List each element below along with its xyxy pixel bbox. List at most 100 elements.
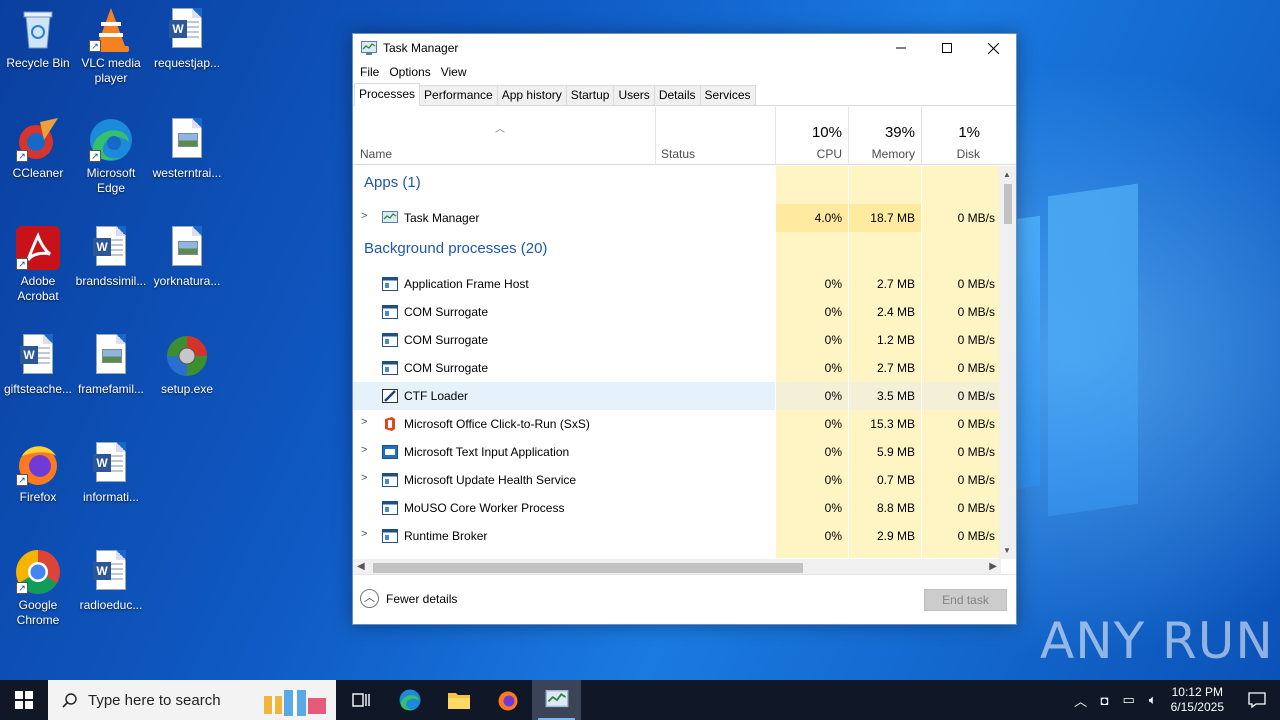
scroll-down-arrow-icon[interactable]: ▼ bbox=[1003, 546, 1011, 555]
chevron-up-icon[interactable]: ︿ bbox=[1069, 691, 1093, 710]
start-button[interactable] bbox=[0, 680, 48, 720]
table-row[interactable]: Application Frame Host 0% 2.7 MB 0 MB/s bbox=[353, 270, 1001, 298]
table-row[interactable]: COM Surrogate 0% 2.4 MB 0 MB/s bbox=[353, 298, 1001, 326]
shortcut-arrow-icon: ↗ bbox=[16, 474, 28, 486]
table-row[interactable]: COM Surrogate 0% 2.7 MB 0 MB/s bbox=[353, 354, 1001, 382]
memory-value: 3.5 MB bbox=[876, 389, 915, 403]
maximize-button[interactable] bbox=[924, 34, 970, 62]
edge-icon: ↗ bbox=[87, 116, 135, 164]
close-icon bbox=[987, 42, 999, 54]
column-header-status[interactable]: Status bbox=[655, 107, 775, 165]
table-row[interactable]: COM Surrogate 0% 1.2 MB 0 MB/s bbox=[353, 326, 1001, 354]
expand-chevron-icon[interactable]: > bbox=[361, 472, 367, 484]
desktop-icon-adobe-acrobat[interactable]: ↗ Adobe Acrobat bbox=[0, 224, 76, 304]
task-manager-window[interactable]: Task Manager File Options View Processes… bbox=[352, 33, 1017, 625]
desktop-icon-vlc[interactable]: ↗ VLC media player bbox=[73, 6, 149, 86]
tab-users[interactable]: Users bbox=[613, 85, 655, 105]
table-row-selected[interactable]: CTF Loader 0% 3.5 MB 0 MB/s bbox=[353, 382, 1001, 410]
volume-icon[interactable]: 🔈︎ bbox=[1141, 692, 1165, 708]
taskbar-file-explorer-button[interactable] bbox=[434, 680, 483, 720]
scroll-up-arrow-icon[interactable]: ▲ bbox=[1003, 170, 1011, 179]
table-row[interactable]: MoUSO Core Worker Process 0% 8.8 MB 0 MB… bbox=[353, 494, 1001, 522]
tab-performance[interactable]: Performance bbox=[419, 85, 498, 105]
disk-value: 0 MB/s bbox=[957, 305, 995, 319]
horizontal-scrollbar-thumb[interactable] bbox=[373, 563, 803, 573]
column-header-name[interactable]: Name bbox=[360, 147, 392, 161]
table-row[interactable]: > Runtime Broker 0% 2.9 MB 0 MB/s bbox=[353, 522, 1001, 550]
scroll-right-arrow-icon[interactable]: ▶ bbox=[989, 561, 997, 572]
desktop-icon-word-doc[interactable]: W brandssimil... bbox=[73, 224, 149, 289]
expand-chevron-icon[interactable]: > bbox=[361, 210, 367, 222]
meet-now-icon[interactable]: ◘ bbox=[1093, 693, 1117, 708]
disk-value: 0 MB/s bbox=[957, 211, 995, 225]
expand-chevron-icon[interactable]: > bbox=[361, 416, 367, 428]
fewer-details-button[interactable]: ︿ Fewer details bbox=[360, 589, 457, 608]
desktop-icon-image-file[interactable]: westerntrai... bbox=[149, 116, 225, 181]
task-view-button[interactable] bbox=[336, 680, 385, 720]
column-header-cpu[interactable]: 10% CPU bbox=[775, 107, 848, 165]
close-button[interactable] bbox=[970, 34, 1016, 62]
disk-value: 0 MB/s bbox=[957, 333, 995, 347]
desktop-icon-label: westerntrai... bbox=[152, 166, 222, 180]
desktop-icon-image-file[interactable]: framefamil... bbox=[73, 332, 149, 397]
table-row[interactable]: > Microsoft Update Health Service 0% 0.7… bbox=[353, 466, 1001, 494]
word-document-icon: W bbox=[87, 548, 135, 596]
table-row-partial bbox=[353, 550, 1001, 558]
taskbar-task-manager-button[interactable] bbox=[532, 680, 581, 720]
column-header-disk[interactable]: 1% Disk bbox=[921, 107, 1001, 165]
sort-ascending-icon[interactable]: ︿ bbox=[495, 120, 505, 135]
table-row[interactable]: > Task Manager 4.0% 18.7 MB 0 MB/s bbox=[353, 204, 1001, 232]
window-app-icon bbox=[382, 501, 398, 515]
desktop-icon-microsoft-edge[interactable]: ↗ Microsoft Edge bbox=[73, 116, 149, 196]
disk-total-percent: 1% bbox=[958, 124, 980, 141]
task-view-icon bbox=[351, 693, 370, 707]
desktop-icon-firefox[interactable]: ↗ Firefox bbox=[0, 440, 76, 505]
end-task-button[interactable]: End task bbox=[924, 589, 1007, 611]
tab-services[interactable]: Services bbox=[699, 85, 756, 105]
title-bar[interactable]: Task Manager bbox=[353, 34, 1016, 62]
task-manager-icon bbox=[545, 690, 568, 708]
menu-view[interactable]: View bbox=[436, 65, 472, 79]
taskbar-search-box[interactable]: Type here to search bbox=[48, 680, 336, 720]
vertical-scrollbar-thumb[interactable] bbox=[1004, 184, 1012, 224]
desktop-icon-google-chrome[interactable]: ↗ Google Chrome bbox=[0, 548, 76, 628]
tab-startup[interactable]: Startup bbox=[565, 85, 615, 105]
menu-bar: File Options View bbox=[353, 62, 1016, 82]
menu-options[interactable]: Options bbox=[384, 65, 435, 79]
desktop-icon-setup-exe[interactable]: setup.exe bbox=[149, 332, 225, 397]
table-row[interactable]: > Microsoft Office Click-to-Run (SxS) 0%… bbox=[353, 410, 1001, 438]
table-row[interactable]: > Microsoft Text Input Application 0% 5.… bbox=[353, 438, 1001, 466]
tab-processes[interactable]: Processes bbox=[354, 83, 421, 106]
window-app-icon bbox=[382, 361, 398, 375]
desktop-icon-image-file[interactable]: yorknatura... bbox=[149, 224, 225, 289]
desktop-icon-label: Recycle Bin bbox=[6, 56, 70, 70]
desktop-icon-word-doc[interactable]: W requestjap... bbox=[149, 6, 225, 71]
network-icon[interactable]: ▭ bbox=[1117, 692, 1141, 708]
tab-app-history[interactable]: App history bbox=[496, 85, 567, 105]
desktop-icon-word-doc[interactable]: W radioeduc... bbox=[73, 548, 149, 613]
process-list: Apps (1) > Task Manager 4.0% 18.7 MB 0 M… bbox=[353, 166, 1001, 558]
expand-chevron-icon[interactable]: > bbox=[361, 444, 367, 456]
group-header-background-processes[interactable]: Background processes (20) bbox=[353, 232, 1001, 270]
tab-details[interactable]: Details bbox=[653, 85, 701, 105]
minimize-button[interactable] bbox=[878, 34, 924, 62]
windows-logo-icon bbox=[15, 691, 33, 709]
desktop-icon-recycle-bin[interactable]: Recycle Bin bbox=[0, 6, 76, 71]
taskbar-firefox-button[interactable] bbox=[483, 680, 532, 720]
adobe-acrobat-icon: ↗ bbox=[14, 224, 62, 272]
ctf-loader-pen-icon bbox=[382, 389, 398, 403]
word-document-icon: W bbox=[163, 6, 211, 54]
menu-file[interactable]: File bbox=[355, 65, 384, 79]
desktop-icon-word-doc[interactable]: W informati... bbox=[73, 440, 149, 505]
desktop-icon-ccleaner[interactable]: ↗ CCleaner bbox=[0, 116, 76, 181]
taskbar-clock[interactable]: 10:12 PM 6/15/2025 bbox=[1171, 685, 1224, 715]
memory-value: 2.9 MB bbox=[876, 529, 915, 543]
notification-center-button[interactable] bbox=[1234, 680, 1280, 720]
column-header-memory[interactable]: 39% Memory bbox=[848, 107, 921, 165]
taskbar-edge-button[interactable] bbox=[385, 680, 434, 720]
group-header-apps[interactable]: Apps (1) bbox=[353, 166, 1001, 204]
desktop-icon-word-doc[interactable]: W giftsteache... bbox=[0, 332, 76, 397]
vertical-scrollbar[interactable]: ▲ ▼ bbox=[999, 166, 1016, 559]
expand-chevron-icon[interactable]: > bbox=[361, 528, 367, 540]
scroll-left-arrow-icon[interactable]: ◀ bbox=[357, 561, 365, 572]
